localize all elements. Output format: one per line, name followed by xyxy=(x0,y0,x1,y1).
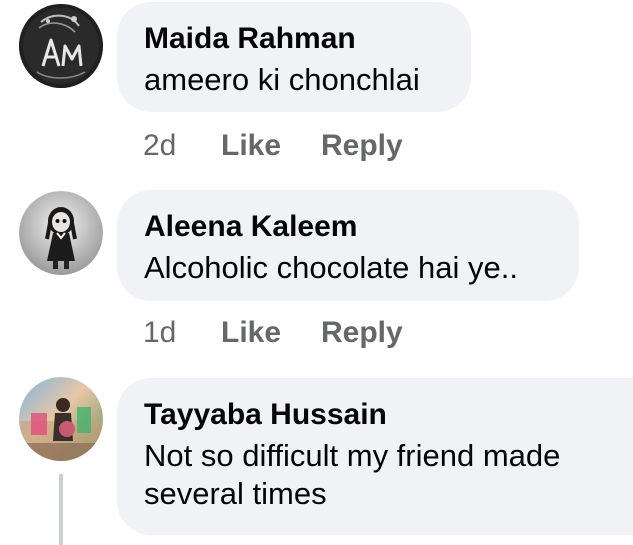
avatar[interactable] xyxy=(19,4,103,88)
comment-actions: 2d Like Reply xyxy=(143,129,403,163)
avatar[interactable] xyxy=(19,191,103,275)
comment-bubble: Tayyaba Hussain Not so difficult my frie… xyxy=(117,378,633,535)
comment-timestamp[interactable]: 1d xyxy=(143,316,221,350)
like-button[interactable]: Like xyxy=(221,129,321,163)
comment-actions: 1d Like Reply xyxy=(143,316,403,350)
like-button[interactable]: Like xyxy=(221,316,321,350)
reply-button[interactable]: Reply xyxy=(321,129,403,163)
comment-text: ameero ki chonchlai xyxy=(144,62,420,97)
avatar-monogram-image xyxy=(19,4,103,88)
comment: Aleena Kaleem Alcoholic chocolate hai ye… xyxy=(0,180,633,370)
avatar[interactable] xyxy=(19,377,103,461)
comment-bubble: Aleena Kaleem Alcoholic chocolate hai ye… xyxy=(117,190,579,301)
avatar-photo-image xyxy=(19,377,103,461)
comment-bubble: Maida Rahman ameero ki chonchlai xyxy=(117,2,471,112)
comment-text: Alcoholic chocolate hai ye.. xyxy=(144,250,518,285)
comment-timestamp[interactable]: 2d xyxy=(143,129,221,163)
reply-thread-line xyxy=(59,474,63,545)
comment-author[interactable]: Maida Rahman xyxy=(144,22,444,56)
comment: Tayyaba Hussain Not so difficult my frie… xyxy=(0,370,633,545)
comment-author[interactable]: Aleena Kaleem xyxy=(144,210,552,244)
reply-button[interactable]: Reply xyxy=(321,316,403,350)
comment: Maida Rahman ameero ki chonchlai 2d Like R… xyxy=(0,0,633,180)
comment-text: Not so difficult my friend made several … xyxy=(144,438,561,511)
avatar-doll-image xyxy=(19,191,103,275)
comment-author[interactable]: Tayyaba Hussain xyxy=(144,398,606,432)
